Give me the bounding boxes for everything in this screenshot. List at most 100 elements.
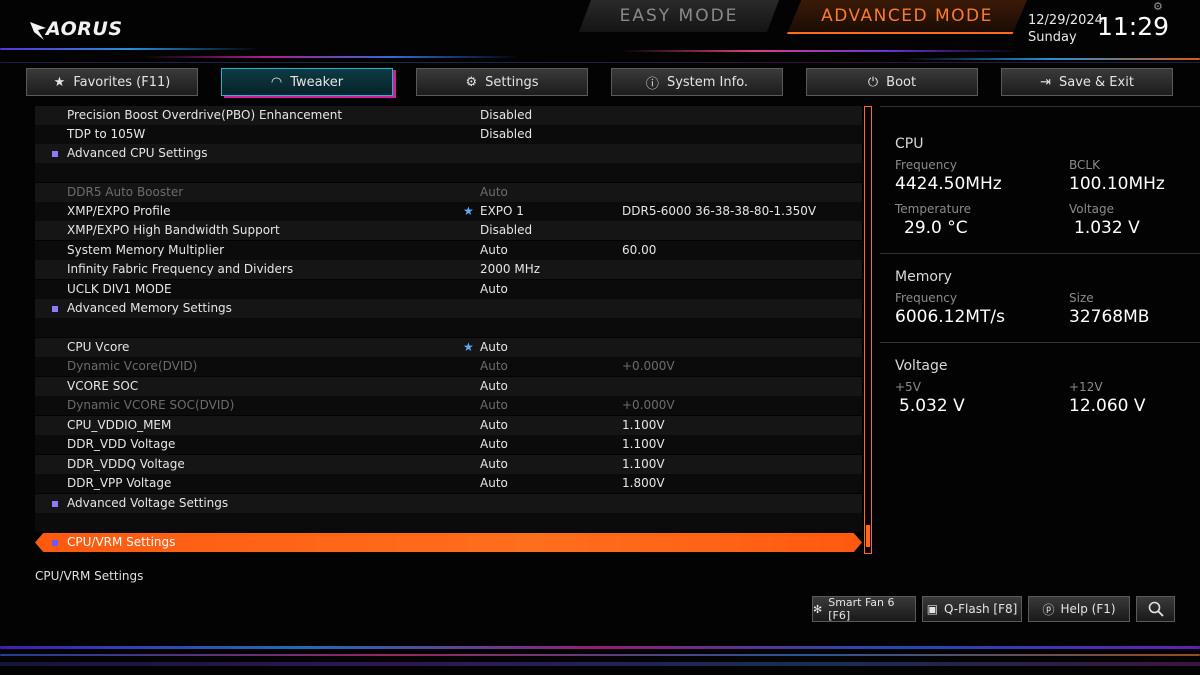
setting-row-memory-multiplier[interactable]: System Memory Multiplier Auto 60.00 — [35, 241, 862, 260]
setting-row-cpu-vcore[interactable]: CPU Vcore ★ Auto — [35, 338, 862, 357]
setting-extra: 1.100V — [622, 457, 665, 471]
search-icon — [1148, 601, 1164, 617]
setting-value: 2000 MHz — [480, 262, 541, 276]
advanced-mode-button[interactable]: ADVANCED MODE — [787, 0, 1027, 34]
setting-label: DDR_VDDQ Voltage — [67, 457, 185, 471]
cpu-frequency-value: 4424.50MHz — [895, 174, 1002, 194]
tab-settings[interactable]: ⚙ Settings — [416, 68, 588, 96]
settings-gear-icon[interactable]: ⚙ — [1153, 0, 1163, 13]
setting-label: DDR_VPP Voltage — [67, 476, 172, 490]
clock-time: 11:29 — [1097, 12, 1170, 41]
setting-row-cpu-vddio-mem[interactable]: CPU_VDDIO_MEM Auto 1.100V — [35, 416, 862, 435]
search-button[interactable] — [1136, 596, 1175, 622]
setting-label: CPU_VDDIO_MEM — [67, 418, 172, 432]
v5-value: 5.032 V — [899, 396, 965, 416]
aorus-logo: AORUS — [28, 14, 138, 44]
setting-row-xmp-expo-profile[interactable]: XMP/EXPO Profile ★ EXPO 1 DDR5-6000 36-3… — [35, 202, 862, 221]
setting-label: System Memory Multiplier — [67, 243, 225, 257]
setting-label: XMP/EXPO Profile — [67, 204, 171, 218]
setting-label: Infinity Fabric Frequency and Dividers — [67, 262, 294, 276]
bclk-label: BCLK — [1069, 158, 1100, 172]
button-label: Help (F1) — [1060, 602, 1116, 616]
submenu-advanced-cpu-settings[interactable]: Advanced CPU Settings — [35, 144, 862, 163]
submenu-bullet-icon — [52, 306, 58, 312]
setting-label: CPU/VRM Settings — [67, 535, 176, 549]
easy-mode-button[interactable]: EASY MODE — [579, 0, 779, 32]
setting-extra: 1.800V — [622, 476, 665, 490]
q-flash-button[interactable]: ▣ Q-Flash [F8] — [922, 596, 1022, 622]
setting-row-uclk-div1[interactable]: UCLK DIV1 MODE Auto — [35, 280, 862, 299]
setting-value: Auto — [480, 185, 508, 199]
setting-label: Precision Boost Overdrive(PBO) Enhanceme… — [67, 108, 343, 122]
cpu-voltage-label: Voltage — [1069, 202, 1115, 216]
setting-extra: 1.100V — [622, 437, 665, 451]
settings-list: Precision Boost Overdrive(PBO) Enhanceme… — [35, 106, 862, 553]
scrollbar-thumb[interactable] — [866, 525, 870, 547]
setting-value: EXPO 1 — [480, 204, 524, 218]
setting-row-vcore-soc[interactable]: VCORE SOC Auto — [35, 377, 862, 396]
setting-value: Auto — [480, 340, 508, 354]
tab-label: Settings — [485, 74, 539, 90]
list-scrollbar[interactable] — [864, 106, 872, 554]
setting-row-tdp-105w[interactable]: TDP to 105W Disabled — [35, 125, 862, 144]
help-button[interactable]: ⓟ Help (F1) — [1028, 596, 1130, 622]
setting-label: Advanced CPU Settings — [67, 146, 208, 160]
setting-value: Disabled — [480, 223, 533, 237]
setting-label: Advanced Voltage Settings — [67, 496, 229, 510]
submenu-advanced-memory-settings[interactable]: Advanced Memory Settings — [35, 299, 862, 318]
memory-frequency-label: Frequency — [895, 291, 957, 305]
submenu-bullet-icon — [52, 540, 58, 546]
submenu-cpu-vrm-settings[interactable]: CPU/VRM Settings — [35, 533, 862, 552]
setting-row-dynamic-vcore: Dynamic Vcore(DVID) Auto +0.000V — [35, 357, 862, 376]
setting-value: Auto — [480, 379, 508, 393]
chip-icon: ▣ — [926, 602, 939, 616]
cpu-section-title: CPU — [895, 136, 924, 152]
bclk-value: 100.10MHz — [1069, 174, 1165, 194]
favorite-star-icon: ★ — [463, 204, 474, 218]
setting-extra: 1.100V — [622, 418, 665, 432]
memory-size-label: Size — [1069, 291, 1094, 305]
setting-row-pbo-enhancement[interactable]: Precision Boost Overdrive(PBO) Enhanceme… — [35, 106, 862, 125]
setting-extra: DDR5-6000 36-38-38-80-1.350V — [622, 204, 817, 218]
setting-value: Auto — [480, 359, 508, 373]
star-plus-icon: ★ — [53, 74, 66, 90]
setting-value: Disabled — [480, 127, 533, 141]
spacer-row — [35, 318, 862, 337]
cpu-voltage-value: 1.032 V — [1074, 218, 1140, 238]
tab-tweaker[interactable]: ◠ Tweaker — [221, 68, 393, 96]
tab-system-info[interactable]: ⓘ System Info. — [611, 68, 783, 96]
tab-favorites[interactable]: ★ Favorites (F11) — [26, 68, 198, 96]
setting-row-ddr-vpp[interactable]: DDR_VPP Voltage Auto 1.800V — [35, 474, 862, 493]
submenu-bullet-icon — [52, 501, 58, 507]
setting-value: Auto — [480, 476, 508, 490]
setting-row-ddr-vdd[interactable]: DDR_VDD Voltage Auto 1.100V — [35, 435, 862, 454]
setting-extra: +0.000V — [622, 398, 675, 412]
day-text: Sunday — [1028, 30, 1077, 45]
setting-value: Auto — [480, 457, 508, 471]
tab-boot[interactable]: ⏻ Boot — [806, 68, 978, 96]
setting-row-ddr5-auto-booster: DDR5 Auto Booster Auto — [35, 183, 862, 202]
panel-divider — [880, 253, 1200, 254]
submenu-advanced-voltage-settings[interactable]: Advanced Voltage Settings — [35, 494, 862, 513]
setting-row-infinity-fabric[interactable]: Infinity Fabric Frequency and Dividers 2… — [35, 260, 862, 279]
setting-value: Auto — [480, 418, 508, 432]
panel-divider — [880, 342, 1200, 343]
brand-name: AORUS — [46, 18, 123, 40]
favorite-star-icon: ★ — [463, 340, 474, 354]
setting-row-xmp-high-bandwidth[interactable]: XMP/EXPO High Bandwidth Support Disabled — [35, 221, 862, 240]
setting-label: DDR_VDD Voltage — [67, 437, 176, 451]
setting-value: Auto — [480, 437, 508, 451]
gear-icon: ⚙ — [465, 74, 478, 90]
v12-label: +12V — [1069, 380, 1103, 394]
smart-fan-button[interactable]: ✻ Smart Fan 6 [F6] — [812, 596, 916, 622]
setting-label: TDP to 105W — [67, 127, 146, 141]
cpu-temperature-label: Temperature — [895, 202, 972, 216]
v5-label: +5V — [895, 380, 921, 394]
tab-label: System Info. — [666, 74, 749, 90]
setting-row-ddr-vddq[interactable]: DDR_VDDQ Voltage Auto 1.100V — [35, 455, 862, 474]
setting-value: Auto — [480, 243, 508, 257]
spacer-row — [35, 513, 862, 532]
speedometer-icon: ◠ — [270, 74, 283, 90]
date-text: 12/29/2024 — [1028, 13, 1103, 28]
tab-save-exit[interactable]: ⇥ Save & Exit — [1001, 68, 1173, 96]
